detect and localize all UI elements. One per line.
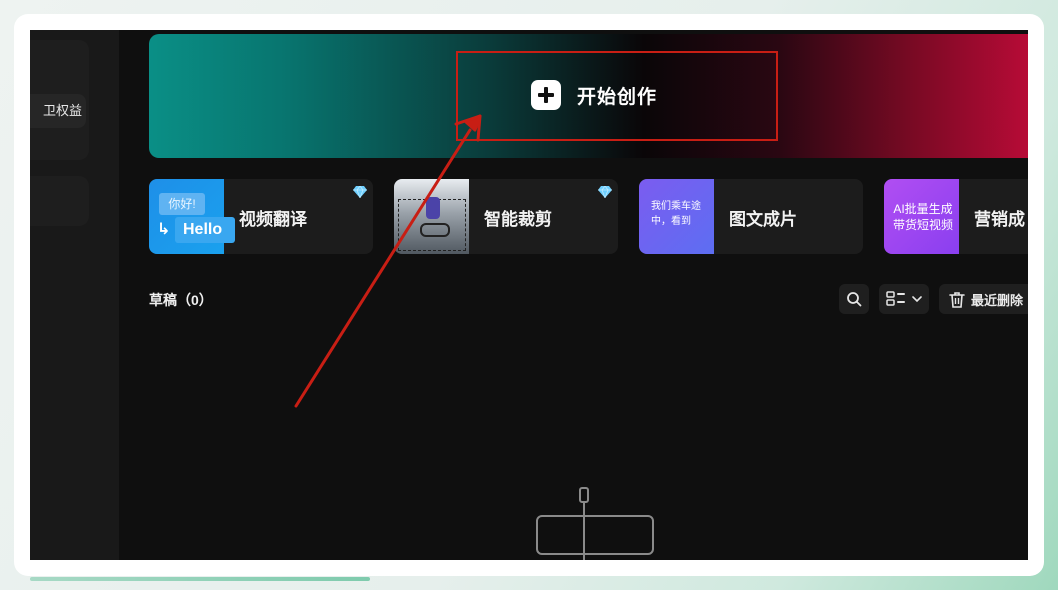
recently-deleted-button[interactable]: 最近删除	[939, 284, 1028, 314]
premium-diamond-icon	[598, 186, 612, 198]
tool-marketing-video[interactable]: AI批量生成带货短视频 营销成	[884, 179, 1028, 254]
tool-smart-crop[interactable]: 智能裁剪	[394, 179, 618, 254]
chevron-down-icon	[912, 296, 922, 303]
thumb-caption: AI批量生成带货短视频	[892, 202, 953, 232]
search-button[interactable]	[839, 284, 869, 314]
cyclist-figure	[426, 197, 440, 219]
video-translate-thumbnail: 你好! ↳ Hello	[149, 179, 235, 254]
search-icon	[847, 292, 862, 307]
trash-icon	[949, 291, 965, 308]
drafts-heading: 草稿（0）	[149, 292, 213, 308]
start-creating-label: 开始创作	[577, 86, 658, 108]
tool-label: 视频翻译	[239, 210, 307, 229]
start-creating-banner[interactable]: 开始创作	[149, 34, 1028, 158]
scroll-progress-fill	[30, 577, 370, 581]
sidebar-card-bottom[interactable]	[30, 176, 89, 226]
tool-text-to-video[interactable]: 我们乘车途中，看到 图文成片	[639, 179, 863, 254]
plus-icon	[531, 80, 561, 110]
bicycle-figure	[420, 223, 450, 237]
view-mode-dropdown[interactable]	[879, 284, 929, 314]
thumb-bubble-hello-en: Hello	[175, 217, 235, 243]
app-window: 卫权益 开始创作 你好! ↳ Hello 视频翻译 智能裁剪 我们乘车途中，看到…	[30, 30, 1028, 560]
sidebar: 卫权益	[30, 30, 119, 560]
reply-arrow-icon: ↳	[157, 221, 171, 238]
tool-label: 图文成片	[729, 210, 797, 229]
tool-label: 智能裁剪	[484, 210, 552, 229]
recently-deleted-label: 最近删除	[971, 292, 1024, 308]
thumb-bubble-hello-cn: 你好!	[159, 193, 205, 215]
smart-crop-thumbnail	[394, 179, 469, 254]
premium-diamond-icon	[353, 186, 367, 198]
grid-view-icon	[886, 291, 905, 306]
tool-video-translate[interactable]: 你好! ↳ Hello 视频翻译	[149, 179, 373, 254]
scroll-progress-bar	[30, 577, 1030, 581]
tool-label: 营销成	[974, 210, 1025, 229]
benefits-button[interactable]: 卫权益	[30, 94, 86, 128]
thumb-caption: 我们乘车途中，看到	[651, 201, 701, 227]
text-to-video-thumbnail: 我们乘车途中，看到	[639, 179, 714, 254]
empty-drafts-illustration-icon	[536, 487, 654, 560]
marketing-video-thumbnail: AI批量生成带货短视频	[884, 179, 959, 254]
start-creating-button[interactable]: 开始创作	[531, 80, 657, 110]
